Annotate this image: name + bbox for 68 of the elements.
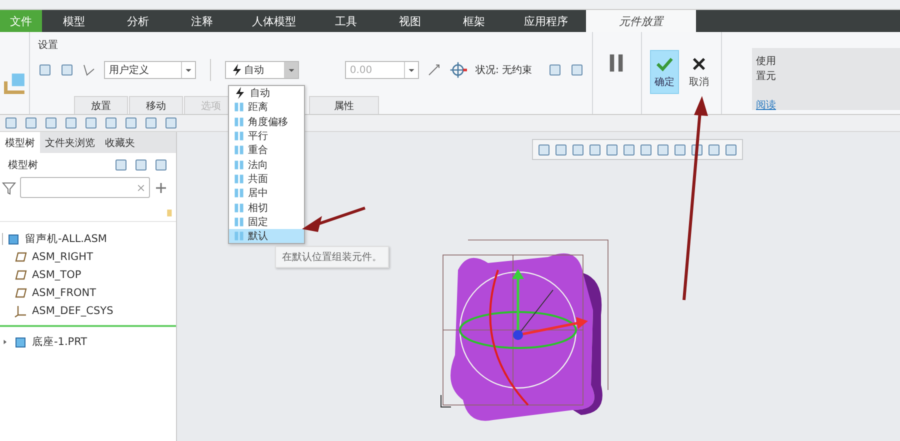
clear-icon bbox=[137, 184, 145, 192]
ok-button[interactable]: 确定 bbox=[650, 50, 679, 94]
flip-icon[interactable] bbox=[427, 63, 442, 77]
filter-icon bbox=[2, 180, 16, 194]
constraint-icon bbox=[233, 230, 245, 242]
dropdown-item[interactable]: 共面 bbox=[229, 172, 304, 186]
constraint-icon bbox=[233, 144, 245, 156]
panel-tab[interactable]: 移动 bbox=[129, 96, 183, 114]
status-text: 状况: 无约束 bbox=[475, 64, 532, 77]
move-handle-icon[interactable] bbox=[449, 61, 468, 79]
ribbon-tab[interactable]: 模型 bbox=[42, 10, 106, 32]
arrow bbox=[302, 206, 366, 232]
panel-tab[interactable]: 模型树 bbox=[0, 132, 40, 153]
constraint-set-select[interactable]: 用户定义 bbox=[104, 61, 196, 79]
ribbon-tab[interactable]: 工具 bbox=[314, 10, 378, 32]
tree-item[interactable]: ASM_TOP bbox=[32, 269, 82, 281]
tree-item[interactable]: 留声机-ALL.ASM bbox=[25, 232, 107, 246]
constraint-icon bbox=[233, 101, 245, 114]
dropdown-item[interactable]: 居中 bbox=[229, 186, 304, 200]
dropdown-item[interactable]: 平行 bbox=[229, 128, 304, 144]
ribbon-tab[interactable]: 视图 bbox=[378, 10, 442, 32]
tree-item[interactable]: ASM_DEF_CSYS bbox=[32, 305, 114, 317]
tree-title: 模型树 bbox=[8, 158, 39, 172]
constraint-type-select[interactable]: 自动 bbox=[225, 61, 299, 79]
check-icon bbox=[654, 55, 674, 73]
plane-icon bbox=[14, 250, 28, 264]
dropdown-item[interactable]: 重合 bbox=[229, 143, 304, 158]
tooltip: 在默认位置组装元件。 bbox=[275, 246, 389, 268]
tree-item[interactable]: ASM_FRONT bbox=[32, 287, 96, 299]
constraint-icon bbox=[233, 187, 245, 200]
cancel-button[interactable]: 取消 bbox=[684, 50, 713, 94]
panel-text: 置元 bbox=[756, 70, 777, 83]
panel-text: 使用 bbox=[756, 55, 777, 68]
angle-icon[interactable] bbox=[82, 63, 96, 77]
ribbon-tab[interactable]: 元件放置 bbox=[586, 10, 696, 32]
group-label: 设置 bbox=[38, 38, 59, 52]
constraint-icon bbox=[233, 202, 245, 214]
caret-icon[interactable] bbox=[284, 62, 298, 78]
tree-item[interactable]: ASM_RIGHT bbox=[32, 251, 93, 263]
assembly-icon bbox=[4, 72, 26, 94]
constraint-icon bbox=[233, 158, 245, 171]
ribbon-tab[interactable]: 应用程序 bbox=[506, 10, 586, 32]
plus-icon[interactable] bbox=[154, 180, 168, 194]
ribbon-tab[interactable]: 分析 bbox=[106, 10, 170, 32]
read-link[interactable]: 阅读 bbox=[756, 98, 896, 112]
dropdown-item[interactable]: 自动 bbox=[229, 86, 304, 100]
dropdown-item[interactable]: 角度偏移 bbox=[229, 114, 304, 129]
dropdown-item[interactable]: 固定 bbox=[229, 214, 304, 229]
plane-icon bbox=[14, 268, 28, 282]
dropdown-item[interactable]: 默认 bbox=[229, 228, 304, 244]
dropdown-item[interactable]: 相切 bbox=[229, 200, 304, 215]
tree-item[interactable]: 底座-1.PRT bbox=[32, 335, 88, 349]
axes-icon bbox=[14, 304, 28, 318]
column-icon bbox=[166, 208, 174, 218]
panel-tab[interactable]: 属性 bbox=[309, 96, 379, 114]
ribbon-tab[interactable]: 人体模型 bbox=[234, 10, 314, 32]
ribbon-tab[interactable]: 注释 bbox=[170, 10, 234, 32]
constraint-icon bbox=[233, 116, 245, 128]
ribbon-tab[interactable]: 框架 bbox=[442, 10, 506, 32]
plane-icon bbox=[14, 286, 28, 300]
constraint-icon bbox=[233, 172, 245, 185]
constraint-icon bbox=[233, 130, 245, 142]
dropdown-item[interactable]: 法向 bbox=[229, 157, 304, 172]
lightning-icon bbox=[233, 86, 247, 100]
search-field[interactable] bbox=[20, 177, 150, 198]
constraint-icon bbox=[233, 216, 245, 228]
panel-tab[interactable]: 放置 bbox=[74, 96, 128, 114]
dropdown-item[interactable]: 距离 bbox=[229, 100, 304, 115]
